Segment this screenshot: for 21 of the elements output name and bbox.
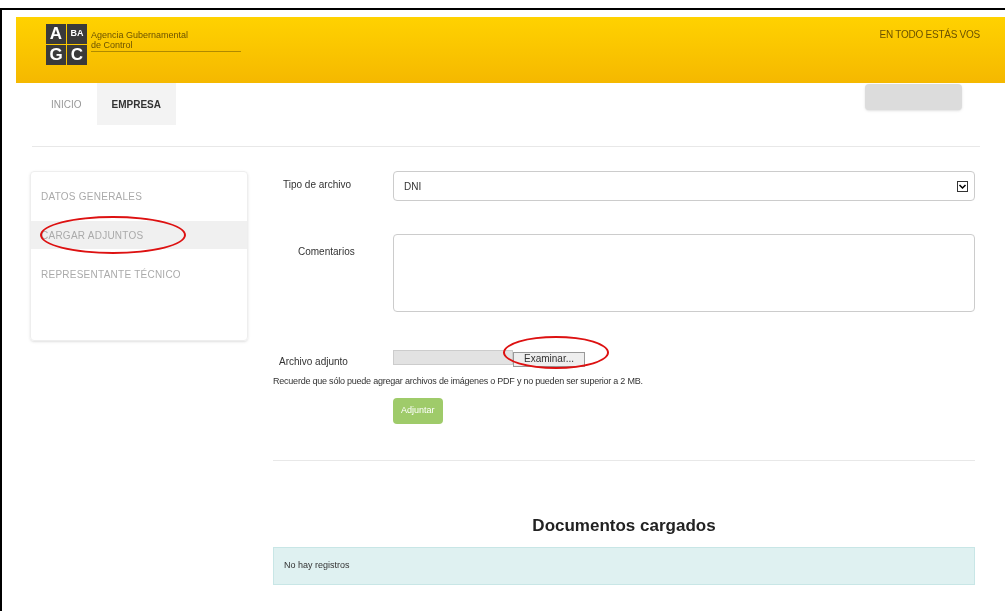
nav-tab[interactable]: INICIO [36, 83, 97, 125]
file-path-field[interactable] [393, 349, 513, 365]
sidebar-item[interactable]: REPRESENTANTE TÉCNICO [31, 260, 247, 288]
sidebar-item[interactable]: DATOS GENERALES [31, 182, 247, 210]
comments-field[interactable] [393, 234, 975, 312]
empty-records-alert: No hay registros [273, 547, 975, 585]
file-type-select[interactable]: DNI [393, 171, 975, 201]
sidebar-item[interactable]: CARGAR ADJUNTOS [31, 221, 247, 249]
header-button[interactable] [865, 84, 962, 110]
logo: A BA G C [46, 24, 87, 65]
browse-button[interactable]: Examinar... [513, 351, 586, 367]
slogan: EN TODO ESTÁS VOS [879, 27, 980, 42]
section-title: Documentos cargados [531, 514, 717, 537]
dropdown-icon [957, 180, 968, 192]
field-label: Archivo adjunto [278, 354, 349, 369]
field-label: Tipo de archivo [282, 178, 352, 192]
upload-note: Recuerde que sólo puede agregar archivos de imágenes o PDF y no pueden ser superior a 2 MB. [273, 375, 644, 388]
attach-button[interactable]: Adjuntar [393, 397, 443, 424]
nav-tab[interactable]: EMPRESA [96, 83, 176, 125]
field-label: Comentarios [297, 245, 356, 259]
agency-name: Agencia Gubernamental de Control [91, 30, 241, 52]
